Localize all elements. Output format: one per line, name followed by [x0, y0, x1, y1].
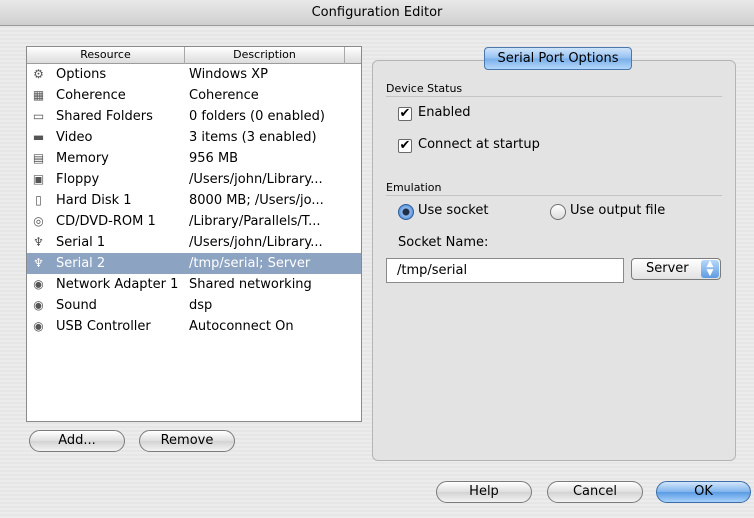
table-row[interactable]: ◎ CD/DVD-ROM 1/Library/Parallels/T...	[27, 211, 361, 232]
table-row[interactable]: ▯ Hard Disk 1 8000 MB; /Users/jo...	[27, 190, 361, 211]
table-row[interactable]: ▦ Coherence Coherence	[27, 85, 361, 106]
hard-disk-icon: ▯	[35, 193, 42, 207]
resource-description: 0 folders (0 enabled)	[189, 109, 325, 124]
checkmark-icon: ✔	[399, 138, 411, 153]
video-icon: ▬	[32, 130, 45, 144]
connect-at-startup-label[interactable]: Connect at startup	[418, 137, 540, 152]
column-header-description[interactable]: Description	[185, 47, 345, 64]
floppy-icon: ▣	[32, 172, 45, 186]
emulation-heading: Emulation	[386, 181, 442, 194]
resource-name: USB Controller	[56, 319, 151, 334]
table-header: Resource Description	[27, 47, 361, 64]
network-adapter-icon: ◉	[33, 277, 44, 291]
use-output-file-radio[interactable]	[550, 204, 566, 220]
resource-name: Shared Folders	[56, 109, 153, 124]
add-button[interactable]: Add...	[29, 430, 125, 452]
socket-mode-select[interactable]: Server ▲ ▼	[631, 258, 721, 280]
socket-name-label: Socket Name:	[398, 235, 489, 250]
use-output-file-label[interactable]: Use output file	[570, 203, 665, 218]
resource-description: Windows XP	[189, 67, 268, 82]
table-row[interactable]: ♆ Serial 2/tmp/serial; Server	[27, 253, 361, 274]
coherence-icon: ▦	[32, 88, 45, 102]
memory-icon: ▤	[32, 151, 45, 165]
resource-description: 8000 MB; /Users/jo...	[189, 193, 324, 208]
use-socket-radio[interactable]	[398, 204, 414, 220]
serial-port-icon: ♆	[33, 256, 44, 270]
resource-name: Floppy	[56, 172, 100, 187]
remove-button[interactable]: Remove	[139, 430, 235, 452]
resource-table[interactable]: Resource Description ⚙ Options Windows XP ▦…	[26, 46, 362, 422]
resource-name: Hard Disk 1	[56, 193, 132, 208]
resource-name: Sound	[56, 298, 97, 313]
updown-arrows-icon: ▲ ▼	[701, 260, 719, 278]
resource-description: Coherence	[189, 88, 259, 103]
table-row[interactable]: ⚙ Options Windows XP	[27, 64, 361, 85]
resource-description: /Users/john/Library...	[189, 235, 323, 250]
socket-mode-value: Server	[646, 261, 689, 276]
resource-description: 956 MB	[189, 151, 239, 166]
resource-description: /Users/john/Library...	[189, 172, 323, 187]
device-status-divider	[386, 96, 722, 97]
enabled-label[interactable]: Enabled	[418, 105, 471, 120]
ok-button[interactable]: OK	[656, 481, 751, 503]
device-status-heading: Device Status	[386, 82, 463, 95]
socket-name-input[interactable]: /tmp/serial	[386, 258, 624, 283]
resource-description: Autoconnect On	[189, 319, 294, 334]
table-row[interactable]: ▬ Video 3 items (3 enabled)	[27, 127, 361, 148]
resource-name: Video	[56, 130, 93, 145]
resource-description: /Library/Parallels/T...	[189, 214, 321, 229]
shared-folder-icon: ▭	[32, 109, 45, 123]
column-header-resource[interactable]: Resource	[27, 47, 185, 64]
options-icon: ⚙	[33, 67, 44, 81]
emulation-divider	[386, 195, 722, 196]
resource-description: /tmp/serial; Server	[189, 256, 311, 271]
resource-description: Shared networking	[189, 277, 312, 292]
table-body: ⚙ Options Windows XP ▦ Coherence Coherence ▭ Sh…	[27, 64, 361, 337]
table-row[interactable]: ♆ Serial 1/Users/john/Library...	[27, 232, 361, 253]
cancel-button[interactable]: Cancel	[547, 481, 643, 503]
checkmark-icon: ✔	[399, 106, 411, 121]
table-row[interactable]: ◉ Sound dsp	[27, 295, 361, 316]
sound-icon: ◉	[33, 298, 44, 312]
usb-icon: ◉	[33, 319, 44, 333]
table-row[interactable]: ▭ Shared Folders 0 folders (0 enabled)	[27, 106, 361, 127]
resource-name: Serial 1	[56, 235, 106, 250]
resource-description: dsp	[189, 298, 213, 313]
table-row[interactable]: ▤ Memory 956 MB	[27, 148, 361, 169]
tab-serial-port-options[interactable]: Serial Port Options	[484, 47, 632, 70]
resource-name: CD/DVD-ROM 1	[56, 214, 156, 229]
resource-name: Memory	[56, 151, 109, 166]
resource-name: Serial 2	[56, 256, 106, 271]
table-row[interactable]: ◉ USB Controller Autoconnect On	[27, 316, 361, 337]
enabled-checkbox[interactable]: ✔	[398, 107, 412, 121]
resource-description: 3 items (3 enabled)	[189, 130, 317, 145]
resource-name: Network Adapter 1	[56, 277, 179, 292]
cd-dvd-icon: ◎	[33, 214, 44, 228]
use-socket-label[interactable]: Use socket	[418, 203, 488, 218]
resource-name: Options	[56, 67, 107, 82]
connect-at-startup-checkbox[interactable]: ✔	[398, 139, 412, 153]
window-title: Configuration Editor	[0, 0, 754, 26]
table-row[interactable]: ◉ Network Adapter 1 Shared networking	[27, 274, 361, 295]
table-row[interactable]: ▣ Floppy/Users/john/Library...	[27, 169, 361, 190]
column-header-spacer	[345, 47, 361, 64]
help-button[interactable]: Help	[436, 481, 532, 503]
serial-port-icon: ♆	[33, 235, 44, 249]
resource-name: Coherence	[56, 88, 126, 103]
